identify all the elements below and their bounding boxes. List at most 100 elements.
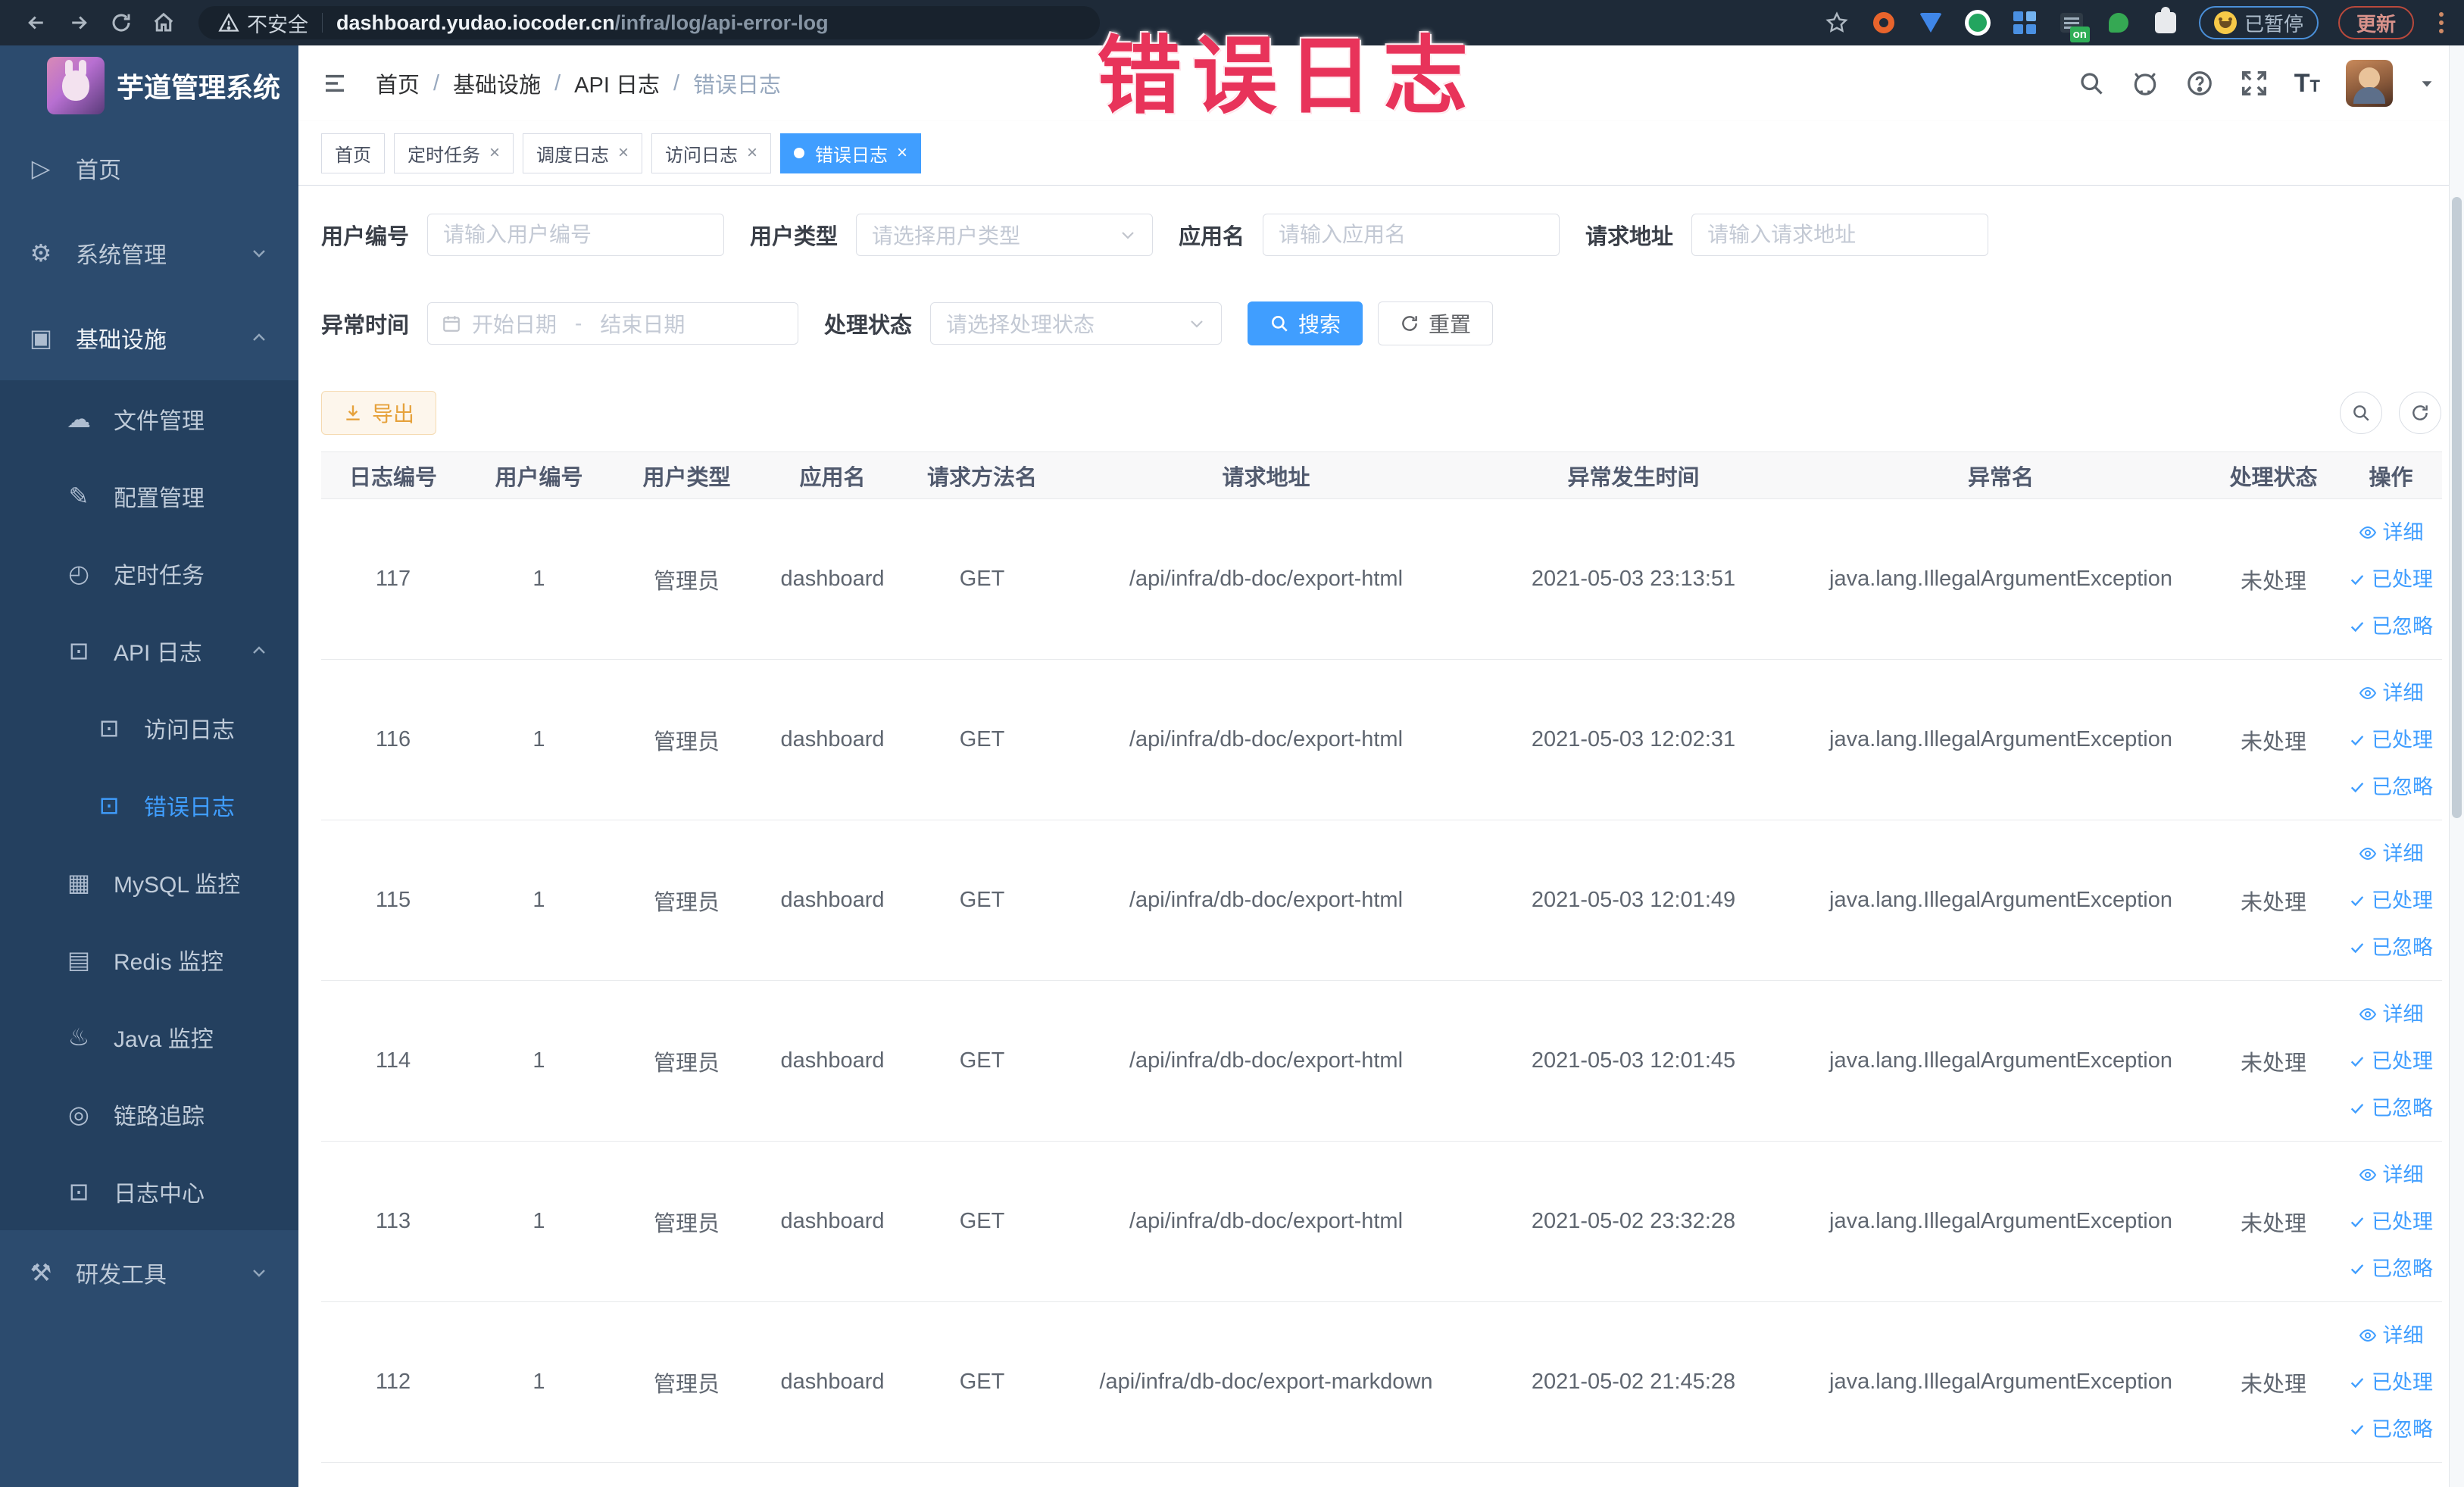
home-icon[interactable] (142, 5, 185, 41)
user-id-input[interactable] (427, 214, 725, 256)
export-button[interactable]: 导出 (321, 391, 437, 435)
toggle-search-button[interactable] (2340, 392, 2382, 434)
search-icon[interactable] (2078, 70, 2105, 97)
col-method: 请求方法名 (904, 451, 1060, 499)
github-icon[interactable] (2131, 69, 2160, 98)
collapse-sidebar-icon[interactable] (318, 67, 351, 100)
close-icon[interactable]: × (618, 144, 629, 162)
tag-home[interactable]: 首页 (321, 133, 385, 173)
mark-processed-link[interactable]: 已处理 (2340, 717, 2442, 764)
reset-button[interactable]: 重置 (1378, 301, 1494, 345)
paused-badge[interactable]: 已暂停 (2198, 6, 2319, 39)
exception-time-range-picker[interactable]: 开始日期 - 结束日期 (427, 302, 799, 345)
edit-icon: ✎ (68, 483, 89, 510)
extensions-puzzle-icon[interactable] (2152, 7, 2179, 36)
detail-link[interactable]: 详细 (2340, 1312, 2442, 1359)
sidebar-item-file-manage[interactable]: ☁ 文件管理 (0, 380, 298, 458)
proxy-on-icon[interactable]: on (2058, 9, 2090, 42)
extension-grid-icon[interactable] (2011, 9, 2038, 36)
bookmark-star-icon[interactable] (1823, 9, 1850, 36)
close-icon[interactable]: × (489, 144, 500, 162)
font-size-icon[interactable]: TT (2294, 69, 2320, 98)
tag-error-log[interactable]: 错误日志 × (780, 133, 922, 173)
tag-scheduled-job[interactable]: 定时任务 × (394, 133, 514, 173)
chevron-down-icon (1119, 226, 1137, 244)
mark-ignored-link[interactable]: 已忽略 (2340, 924, 2442, 971)
toolbox-icon: ⚒ (30, 1259, 52, 1286)
sidebar-item-system[interactable]: ⚙ 系统管理 (0, 211, 298, 295)
detail-link[interactable]: 详细 (2340, 991, 2442, 1038)
mark-ignored-link[interactable]: 已忽略 (2340, 1406, 2442, 1453)
sidebar-item-config-manage[interactable]: ✎ 配置管理 (0, 458, 298, 535)
fullscreen-icon[interactable] (2240, 69, 2269, 98)
sidebar-item-redis-monitor[interactable]: ▤ Redis 监控 (0, 921, 298, 998)
avatar[interactable] (2346, 60, 2393, 107)
warning-icon (218, 13, 239, 32)
sidebar-item-log-center[interactable]: ⊡ 日志中心 (0, 1153, 298, 1230)
mark-processed-link[interactable]: 已处理 (2340, 877, 2442, 924)
sidebar-item-mysql-monitor[interactable]: ▦ MySQL 监控 (0, 844, 298, 921)
app-logo[interactable]: 芋道管理系统 (0, 45, 298, 126)
log-doc-icon: ⊡ (98, 792, 120, 819)
mark-ignored-link[interactable]: 已忽略 (2340, 1245, 2442, 1292)
mark-processed-link[interactable]: 已处理 (2340, 556, 2442, 603)
forward-icon[interactable] (58, 5, 100, 41)
download-icon (346, 405, 360, 420)
mark-ignored-link[interactable]: 已忽略 (2340, 603, 2442, 650)
col-request-url: 请求地址 (1060, 451, 1472, 499)
extension-shield-icon[interactable] (1917, 9, 1944, 36)
sidebar-item-access-log[interactable]: ⊡ 访问日志 (0, 689, 298, 767)
update-button[interactable]: 更新 (2338, 6, 2414, 39)
sidebar-item-java-monitor[interactable]: ♨ Java 监控 (0, 998, 298, 1076)
request-url-input[interactable] (1691, 214, 1989, 256)
sidebar-item-trace[interactable]: ◎ 链路追踪 (0, 1076, 298, 1153)
mark-ignored-link[interactable]: 已忽略 (2340, 1085, 2442, 1132)
address-bar[interactable]: 不安全 dashboard.yudao.iocoder.cn/infra/log… (198, 6, 1100, 39)
help-icon[interactable] (2185, 69, 2214, 98)
tag-job-log[interactable]: 调度日志 × (523, 133, 643, 173)
breadcrumb-home[interactable]: 首页 (376, 67, 420, 99)
detail-link[interactable]: 详细 (2340, 670, 2442, 717)
reload-icon[interactable] (100, 5, 142, 41)
end-date-placeholder: 结束日期 (600, 313, 685, 336)
mark-processed-link[interactable]: 已处理 (2340, 1359, 2442, 1406)
extension-sprout-icon[interactable] (2105, 9, 2132, 36)
status-badge: 未处理 (2207, 1141, 2340, 1302)
tag-access-log[interactable]: 访问日志 × (651, 133, 772, 173)
detail-link[interactable]: 详细 (2340, 1151, 2442, 1198)
mark-ignored-link[interactable]: 已忽略 (2340, 764, 2442, 811)
detail-link[interactable]: 详细 (2340, 509, 2442, 556)
sidebar-item-api-log[interactable]: ⊡ API 日志 (0, 612, 298, 689)
user-id-label: 用户编号 (321, 225, 410, 249)
extension-orange-icon[interactable] (1870, 9, 1897, 36)
sidebar-item-scheduled-job[interactable]: ◴ 定时任务 (0, 535, 298, 612)
app-name-label: 应用名 (1179, 225, 1245, 249)
sidebar-item-dev-tools[interactable]: ⚒ 研发工具 (0, 1230, 298, 1315)
detail-link[interactable]: 详细 (2340, 830, 2442, 877)
caret-down-icon[interactable] (2419, 75, 2435, 92)
sidebar-item-error-log[interactable]: ⊡ 错误日志 (0, 767, 298, 844)
eye-icon (2359, 847, 2376, 860)
close-icon[interactable]: × (747, 144, 757, 162)
mark-processed-link[interactable]: 已处理 (2340, 1198, 2442, 1245)
breadcrumb-infra[interactable]: 基础设施 (453, 67, 541, 99)
process-status-select[interactable]: 请选择处理状态 (930, 302, 1223, 345)
page-scrollbar[interactable] (2449, 45, 2464, 1487)
refresh-icon (1402, 316, 1417, 331)
scrollbar-thumb[interactable] (2452, 197, 2462, 818)
sidebar-item-infra[interactable]: ▣ 基础设施 (0, 295, 298, 380)
check-icon (2350, 735, 2364, 745)
browser-menu-kebab-icon[interactable] (2434, 12, 2449, 33)
sidebar: 芋道管理系统 ▷︎ 首页 ⚙ 系统管理 ▣ 基础设施 ☁ 文件管理 ✎ 配置管理… (0, 45, 298, 1487)
user-type-select[interactable]: 请选择用户类型 (856, 214, 1154, 256)
refresh-table-button[interactable] (2399, 392, 2441, 434)
breadcrumb-api-log[interactable]: API 日志 (574, 67, 660, 99)
mark-processed-link[interactable]: 已处理 (2340, 1038, 2442, 1085)
sidebar-item-home[interactable]: ▷︎ 首页 (0, 126, 298, 211)
close-icon[interactable]: × (897, 144, 907, 162)
back-icon[interactable] (15, 5, 58, 41)
app-name-input[interactable] (1263, 214, 1560, 256)
search-button[interactable]: 搜索 (1248, 301, 1363, 345)
status-badge: 未处理 (2207, 980, 2340, 1142)
extension-green-ring-icon[interactable] (1964, 9, 1991, 36)
